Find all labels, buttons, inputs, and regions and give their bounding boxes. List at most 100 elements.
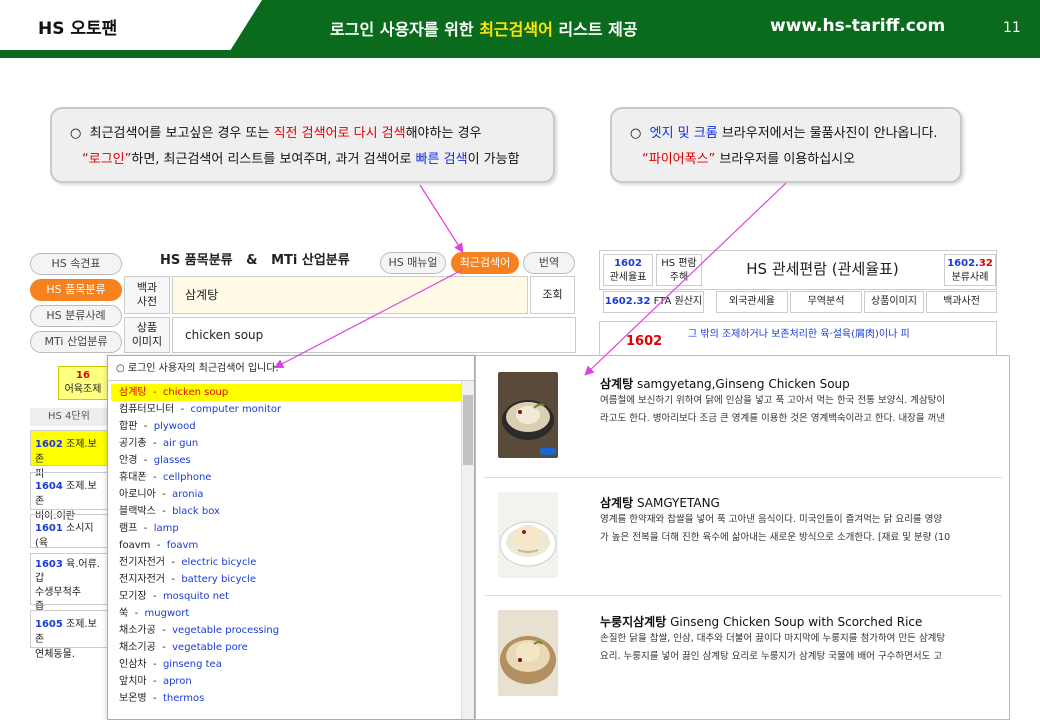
brand-name: HS 오토팬 [38,19,118,39]
item-korean: foavm [119,540,151,551]
product-image-label: 상품 이미지 [124,317,170,353]
recent-search-item[interactable]: 채소기공 - vegetable pore [111,639,461,656]
item-separator: - [162,489,166,500]
item-english: battery bicycle [181,574,256,585]
item-korean: 앞치마 [119,676,147,687]
result-title: 삼계탕 samgyetang,Ginseng Chicken Soup [600,377,850,391]
tab-fta-origin[interactable]: 1602.32 FTA 원산지 [603,291,704,313]
item-english: vegetable processing [172,625,280,636]
arrow-to-recent-button [419,184,464,254]
search-input-english[interactable]: chicken soup [172,317,576,353]
item-english: plywood [153,421,196,432]
item-separator: - [162,642,166,653]
item-korean: 안경 [119,455,138,466]
result-item[interactable]: 누룽지삼계탕 Ginseng Chicken Soup with Scorche… [484,596,1002,720]
item-separator: - [152,472,157,483]
recent-search-item[interactable]: 쑥 - mugwort [111,605,461,622]
item-english: glasses [153,455,191,466]
item-korean: 인삼차 [119,659,147,670]
result-row-1604[interactable]: 1604 조제.보존 비아.어란 [30,472,108,522]
item-english: black box [172,506,220,517]
item-separator: - [152,659,157,670]
item-korean: 합판 [119,421,138,432]
item-separator: - [152,693,157,704]
recent-search-item[interactable]: 인삼차 - ginseng tea [111,656,461,673]
site-url[interactable]: www.hs-tariff.com [770,16,945,36]
recent-search-item[interactable]: 안경 - glasses [111,452,461,469]
recent-search-item[interactable]: 합판 - plywood [111,418,461,435]
item-separator: - [171,557,175,568]
hs-notes-button[interactable]: HS 편람 주해 [656,254,702,286]
hs4-tab[interactable]: HS 4단위 [30,408,108,426]
result-row-1603[interactable]: 1603 육.어류.갑 수생무척추 즙 [30,553,108,612]
dropdown-header: ○ 로그인 사용자의 최근검색어 입니다. [108,356,474,381]
chapter-16-badge[interactable]: 16 어육조제 [58,366,108,400]
hs-manual-button[interactable]: HS 매뉴얼 [380,252,446,274]
recent-search-item[interactable]: 램프 - lamp [111,520,461,537]
result-thumbnail[interactable] [498,610,558,696]
tab-trade-analysis[interactable]: 무역분석 [790,291,862,313]
recent-search-item[interactable]: 채소가공 - vegetable processing [111,622,461,639]
item-korean: 쑥 [119,608,129,619]
classification-cases-button[interactable]: 1602.32 분류사례 [944,254,996,286]
item-english: mosquito net [162,591,230,602]
result-row-1601[interactable]: 1601 소시지(육 [30,514,108,549]
item-english: mugwort [144,608,190,619]
recent-search-item[interactable]: 아로니아 - aronia [111,486,461,503]
item-korean: 모기장 [119,591,147,602]
nav-hs-quick-table[interactable]: HS 속견표 [30,253,122,275]
result-row-1602[interactable]: 1602 조제.보존 피 [30,430,108,480]
tab-encyclopedia[interactable]: 백과사전 [926,291,997,313]
item-korean: 채소기공 [119,642,156,653]
item-korean: 전기자전거 [119,557,165,568]
recent-search-item[interactable]: 컴퓨터모니터 - computer monitor [111,401,461,418]
tab-foreign-tariff[interactable]: 외국관세율 [716,291,788,313]
recent-search-item[interactable]: 전지자전거 - battery bicycle [111,571,461,588]
recent-search-item[interactable]: 모기장 - mosquito net [111,588,461,605]
recent-search-item[interactable]: 휴대폰 - cellphone [111,469,461,486]
nav-hs-cases[interactable]: HS 분류사례 [30,305,122,327]
item-korean: 램프 [119,523,138,534]
search-input-korean[interactable]: 삼계탕 [172,276,528,314]
result-item[interactable]: 삼계탕 SAMGYETANG 영계를 한약재와 찹쌀을 넣어 푹 고아낸 음식이… [484,478,1002,596]
item-korean: 블랙박스 [119,506,156,517]
item-korean: 공기총 [119,438,147,449]
scrollbar-thumb[interactable] [463,395,473,465]
translate-button[interactable]: 번역 [523,252,575,274]
callout-line-2: “파이어폭스” 브라우저를 이용하십시오 [642,152,856,167]
result-description: 여름철에 보신하기 위하여 닭에 인삼을 넣고 푹 고아서 먹는 한국 전통 보… [600,395,946,424]
tab-product-images[interactable]: 상품이미지 [864,291,924,313]
nav-mti-classification[interactable]: MTi 산업분류 [30,331,122,353]
result-row-1605[interactable]: 1605 조제.보존 연체동물. [30,610,108,660]
callout-line-1: ○ 엣지 및 크롬 브라우저에서는 물품사진이 안나옵니다. [630,126,938,141]
recent-search-item[interactable]: 전기자전거 - electric bicycle [111,554,461,571]
result-thumbnail[interactable] [498,372,558,458]
result-item[interactable]: 삼계탕 samgyetang,Ginseng Chicken Soup 여름철에… [484,356,1002,478]
image-results-panel: 삼계탕 samgyetang,Ginseng Chicken Soup 여름철에… [475,355,1010,720]
lookup-button[interactable]: 조회 [530,276,575,314]
result-title: 삼계탕 SAMGYETANG [600,496,720,510]
page-number: 11 [1003,20,1021,36]
recent-search-item[interactable]: 삼계탕 - chicken soup [111,384,461,401]
recent-search-item[interactable]: 블랙박스 - black box [111,503,461,520]
dropdown-scrollbar[interactable] [461,381,474,719]
item-korean: 아로니아 [119,489,156,500]
recent-search-button[interactable]: 최근검색어 [451,252,519,274]
encyclopedia-label: 백과 사전 [124,276,170,314]
recent-search-item[interactable]: foavm - foavm [111,537,461,554]
nav-hs-classification[interactable]: HS 품목분류 [30,279,122,301]
tariff-1602-button[interactable]: 1602 관세율표 [603,254,653,286]
result-thumbnail[interactable] [498,492,558,578]
recent-search-item[interactable]: 앞치마 - apron [111,673,461,690]
recent-search-item[interactable]: 보온병 - thermos [111,690,461,707]
result-description: 손질한 닭을 찹쌀, 인삼, 대추와 더불어 끓이다 마지막에 누룽지를 첨가하… [600,633,946,662]
item-english: thermos [162,693,205,704]
result-description: 영계를 한약재와 찹쌀을 넣어 푹 고아낸 음식이다. 미국인들이 즐겨먹는 닭… [600,514,951,543]
recent-search-item[interactable]: 공기총 - air gun [111,435,461,452]
item-korean: 전지자전거 [119,574,165,585]
heading-description: 그 밖의 조제하거나 보존처리한 육·설육(屑肉)이나 피 [688,329,910,340]
item-korean: 삼계탕 [119,387,147,398]
item-separator: - [162,625,166,636]
callout-line-2: “로그인”하면, 최근검색어 리스트를 보여주며, 과거 검색어로 빠른 검색이… [82,152,520,167]
item-separator: - [162,506,166,517]
